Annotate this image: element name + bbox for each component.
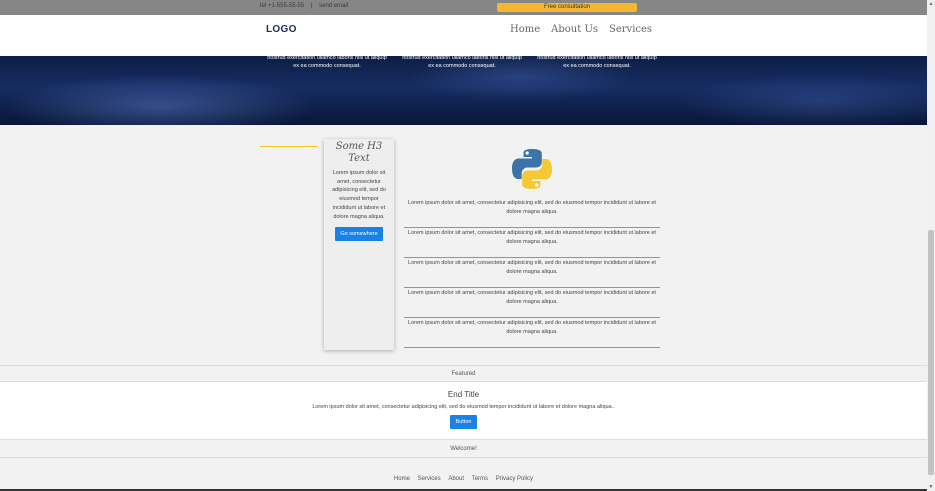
footer-link-home[interactable]: Home	[394, 476, 410, 482]
free-consultation-button[interactable]: Free consultation	[497, 3, 637, 12]
site-logo[interactable]: LOGO	[266, 24, 297, 35]
scroll-up-arrow-icon[interactable]: ▲	[928, 1, 934, 7]
footer-link-privacy-policy[interactable]: Privacy Policy	[496, 476, 533, 482]
card-title: Some H3 Text	[335, 141, 383, 164]
info-card: Some H3 Text Lorem ipsum dolor sit amet,…	[324, 139, 394, 350]
card-body: Lorem ipsum dolor sit amet, consectetur …	[332, 170, 386, 220]
list-item: Lorem ipsum dolor sit amet, consectetur …	[404, 228, 660, 258]
end-text: Lorem ipsum dolor sit amet, consectetur …	[312, 404, 615, 410]
footer-links: Home Services About Terms Privacy Policy	[0, 476, 927, 482]
accent-divider	[260, 146, 317, 147]
site-footer: Home Services About Terms Privacy Policy	[0, 458, 927, 491]
email-link[interactable]: send email	[319, 3, 348, 9]
nav-services[interactable]: Services	[609, 24, 652, 35]
footer-link-services[interactable]: Services	[418, 476, 441, 482]
hero-column-text: nostrud exercitation ullamco laboris nis…	[402, 55, 522, 69]
end-title: End Title	[447, 390, 480, 399]
site-header: LOGO Home About Us Services	[0, 15, 927, 56]
list-item: Lorem ipsum dolor sit amet, consectetur …	[404, 318, 660, 348]
featured-label: Featured	[0, 365, 927, 382]
page-scrollbar[interactable]: ▲ ▼	[927, 0, 935, 491]
footer-link-terms[interactable]: Terms	[472, 476, 488, 482]
nav-home[interactable]: Home	[510, 24, 540, 35]
top-bar: tel +1-555-55-55 | send email Free consu…	[0, 0, 927, 15]
list-item: Lorem ipsum dolor sit amet, consectetur …	[404, 288, 660, 318]
content-list: Lorem ipsum dolor sit amet, consectetur …	[404, 198, 660, 348]
hero-banner: nostrud exercitation ullamco laboris nis…	[0, 55, 927, 125]
end-section: End Title Lorem ipsum dolor sit amet, co…	[0, 382, 927, 439]
list-item: Lorem ipsum dolor sit amet, consectetur …	[404, 198, 660, 228]
hero-column-text: nostrud exercitation ullamco laboris nis…	[267, 55, 387, 69]
phone-link[interactable]: tel +1-555-55-55	[260, 3, 304, 9]
scrollbar-thumb[interactable]	[928, 230, 934, 475]
nav-about-us[interactable]: About Us	[551, 24, 598, 35]
footer-link-about[interactable]: About	[448, 476, 464, 482]
end-button[interactable]: Button	[449, 415, 478, 429]
go-somewhere-button[interactable]: Go somewhere	[335, 227, 383, 242]
list-item: Lorem ipsum dolor sit amet, consectetur …	[404, 258, 660, 288]
welcome-label: Welcome!	[0, 439, 927, 458]
main-nav: Home About Us Services	[510, 24, 652, 35]
python-logo-icon	[512, 149, 552, 189]
contact-info: tel +1-555-55-55 | send email	[260, 3, 353, 9]
scroll-down-arrow-icon[interactable]: ▼	[928, 484, 934, 490]
hero-column-text: nostrud exercitation ullamco laboris nis…	[537, 55, 657, 69]
contact-separator: |	[310, 3, 313, 9]
